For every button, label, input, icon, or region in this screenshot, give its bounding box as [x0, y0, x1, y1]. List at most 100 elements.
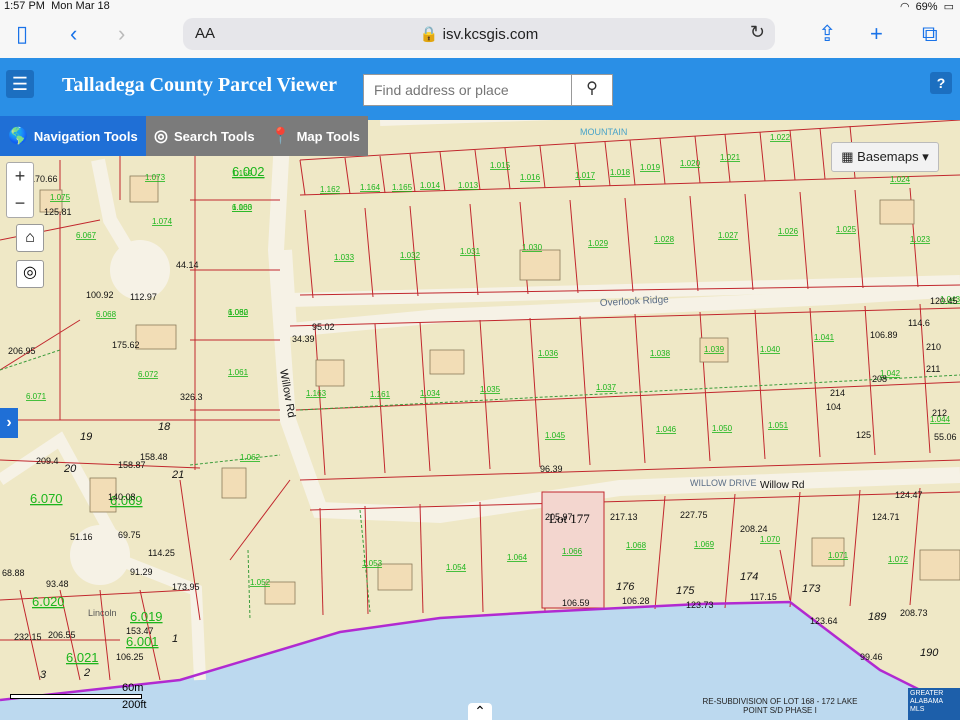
parcel-id-label[interactable]: 1.041	[814, 333, 835, 342]
parcel-id-label[interactable]: 1.040	[760, 345, 781, 354]
lot-number-label: 2	[83, 667, 90, 679]
chevron-up-icon[interactable]: ⌃	[468, 703, 492, 720]
zoom-in-button[interactable]: +	[7, 163, 33, 190]
parcel-id-label[interactable]: 1.034	[420, 389, 441, 398]
parcel-id-label[interactable]: 1.028	[654, 235, 675, 244]
navigation-tools-tab[interactable]: 🌎 Navigation Tools	[0, 116, 146, 156]
dimension-label: 210	[926, 342, 941, 352]
parcel-id-label[interactable]: 1.029	[588, 239, 609, 248]
parcel-id-label[interactable]: 6.067	[76, 231, 97, 240]
plat-footnote: RE-SUBDIVISION OF LOT 168 - 172 LAKE POI…	[702, 697, 858, 715]
parcel-id-label[interactable]: 6.082	[228, 308, 249, 317]
parcel-id-label[interactable]: 1.027	[718, 231, 739, 240]
parcel-id-label[interactable]: 1.064	[507, 553, 528, 562]
parcel-id-label[interactable]: 1.068	[626, 541, 647, 550]
parcel-id-label[interactable]: 1.013	[458, 181, 479, 190]
forward-icon[interactable]: ›	[118, 22, 125, 46]
parcel-id-label[interactable]: 1.073	[145, 173, 166, 182]
lot-number-label: 3	[40, 669, 47, 681]
parcel-id-label[interactable]: 6.068	[96, 310, 117, 319]
dimension-label: 214	[830, 388, 845, 398]
zoom-out-button[interactable]: −	[7, 190, 33, 217]
parcel-id-label[interactable]: 6.072	[138, 370, 159, 379]
parcel-id-label[interactable]: 1.062	[240, 453, 261, 462]
search-icon[interactable]: ⚲	[571, 75, 612, 105]
parcel-id-label[interactable]: 1.051	[768, 421, 789, 430]
parcel-id-label[interactable]: 1.074	[152, 217, 173, 226]
parcel-id-label[interactable]: 1.164	[360, 183, 381, 192]
parcel-id-label[interactable]: 1.165	[392, 183, 413, 192]
new-tab-icon[interactable]: +	[870, 22, 883, 46]
parcel-id-label[interactable]: 1.036	[538, 349, 559, 358]
parcel-id-label[interactable]: 1.072	[888, 555, 909, 564]
parcel-id-label[interactable]: 1.054	[446, 563, 467, 572]
parcel-id-label[interactable]: 6.071	[26, 392, 47, 401]
parcel-id-label[interactable]: 1.039	[704, 345, 725, 354]
parcel-id-label[interactable]: 1.035	[480, 385, 501, 394]
parcel-id-label[interactable]: 1.021	[720, 153, 741, 162]
parcel-id-label[interactable]: 1.025	[836, 225, 857, 234]
back-icon[interactable]: ‹	[70, 22, 77, 46]
parcel-id-label[interactable]: 6.019	[130, 609, 163, 624]
parcel-id-label[interactable]: 6.070	[30, 491, 63, 506]
reload-icon[interactable]: ↻	[750, 22, 765, 43]
parcel-id-label[interactable]: 1.070	[760, 535, 781, 544]
basemaps-button[interactable]: ▦ Basemaps ▾	[831, 142, 939, 172]
parcel-id-label[interactable]: 1.015	[490, 161, 511, 170]
parcel-id-label[interactable]: 1.024	[890, 175, 911, 184]
parcel-id-label[interactable]: 1.052	[250, 578, 271, 587]
parcel-id-label[interactable]: 1.022	[770, 133, 791, 142]
search-tools-tab[interactable]: ◎ Search Tools	[146, 116, 263, 156]
parcel-id-label[interactable]: 1.017	[575, 171, 596, 180]
parcel-id-label[interactable]: 1.050	[712, 424, 733, 433]
dimension-label: 104	[826, 402, 841, 412]
map-tools-tab[interactable]: 📍 Map Tools	[262, 116, 368, 156]
parcel-id-label[interactable]: 6.003	[232, 203, 253, 212]
parcel-id-label[interactable]: 1.038	[650, 349, 671, 358]
parcel-id-label[interactable]: 1.061	[228, 368, 249, 377]
parcel-id-label[interactable]: 1.032	[400, 251, 421, 260]
share-icon[interactable]: ⇪	[818, 22, 836, 46]
dimension-label: 173.95	[172, 582, 200, 592]
parcel-id-label[interactable]: 1.016	[520, 173, 541, 182]
help-button[interactable]: ?	[930, 72, 952, 94]
parcel-id-label[interactable]: 1.046	[656, 425, 677, 434]
url-text[interactable]: 🔒 isv.kcsgis.com	[183, 25, 775, 43]
home-icon[interactable]: ⌂	[16, 224, 44, 252]
parcel-id-label[interactable]: 6.021	[66, 650, 99, 665]
parcel-id-label[interactable]: 1.019	[640, 163, 661, 172]
parcel-id-label[interactable]: 1.037	[596, 383, 617, 392]
parcel-id-label[interactable]: 1.020	[680, 159, 701, 168]
parcel-id-label[interactable]: 1.069	[694, 540, 715, 549]
sidebar-toggle-icon[interactable]: ▯	[16, 22, 28, 46]
hamburger-menu-icon[interactable]: ☰	[6, 70, 34, 98]
parcel-id-label[interactable]: 1.053	[362, 559, 383, 568]
parcel-id-label[interactable]: 1.071	[828, 551, 849, 560]
battery-percent: 69%	[915, 0, 938, 13]
parcel-id-label[interactable]: 1.014	[420, 181, 441, 190]
parcel-id-label[interactable]: 1.162	[320, 185, 341, 194]
parcel-id-label[interactable]: 1.161	[370, 390, 391, 399]
parcel-map[interactable]: 1.1591.1601.0601.0611.0621.033 1.032 1.031…	[0, 120, 960, 720]
parcel-id-label[interactable]: 1.031	[460, 247, 481, 256]
parcel-id-label[interactable]: 1.075	[50, 193, 71, 202]
parcel-id-label[interactable]: 1.026	[778, 227, 799, 236]
search-tools-icon: ◎	[154, 128, 168, 145]
parcel-id-label[interactable]: 1.066	[562, 547, 583, 556]
search-input[interactable]	[364, 75, 576, 105]
parcel-id-label[interactable]: 1.018	[610, 168, 631, 177]
parcel-id-label[interactable]: 1.033	[334, 253, 355, 262]
parcel-id-label[interactable]: 1.163	[306, 389, 327, 398]
address-bar[interactable]: AA 🔒 isv.kcsgis.com ↻	[183, 18, 775, 50]
parcel-id-label[interactable]: 6.002	[232, 164, 265, 179]
parcel-id-label[interactable]: 1.030	[522, 243, 543, 252]
parcel-id-label[interactable]: 6.001	[126, 634, 159, 649]
tools-toolbar: 🌎 Navigation Tools ◎ Search Tools 📍 Map Too…	[0, 116, 368, 156]
locate-icon[interactable]: ◎	[16, 260, 44, 288]
parcel-id-label[interactable]: 1.023	[910, 235, 931, 244]
parcel-id-label[interactable]: 6.020	[32, 594, 65, 609]
dimension-label: 206.95	[8, 346, 36, 356]
tabs-icon[interactable]: ⧉	[922, 22, 938, 46]
panel-expand-button[interactable]: ›	[0, 408, 18, 438]
parcel-id-label[interactable]: 1.045	[545, 431, 566, 440]
